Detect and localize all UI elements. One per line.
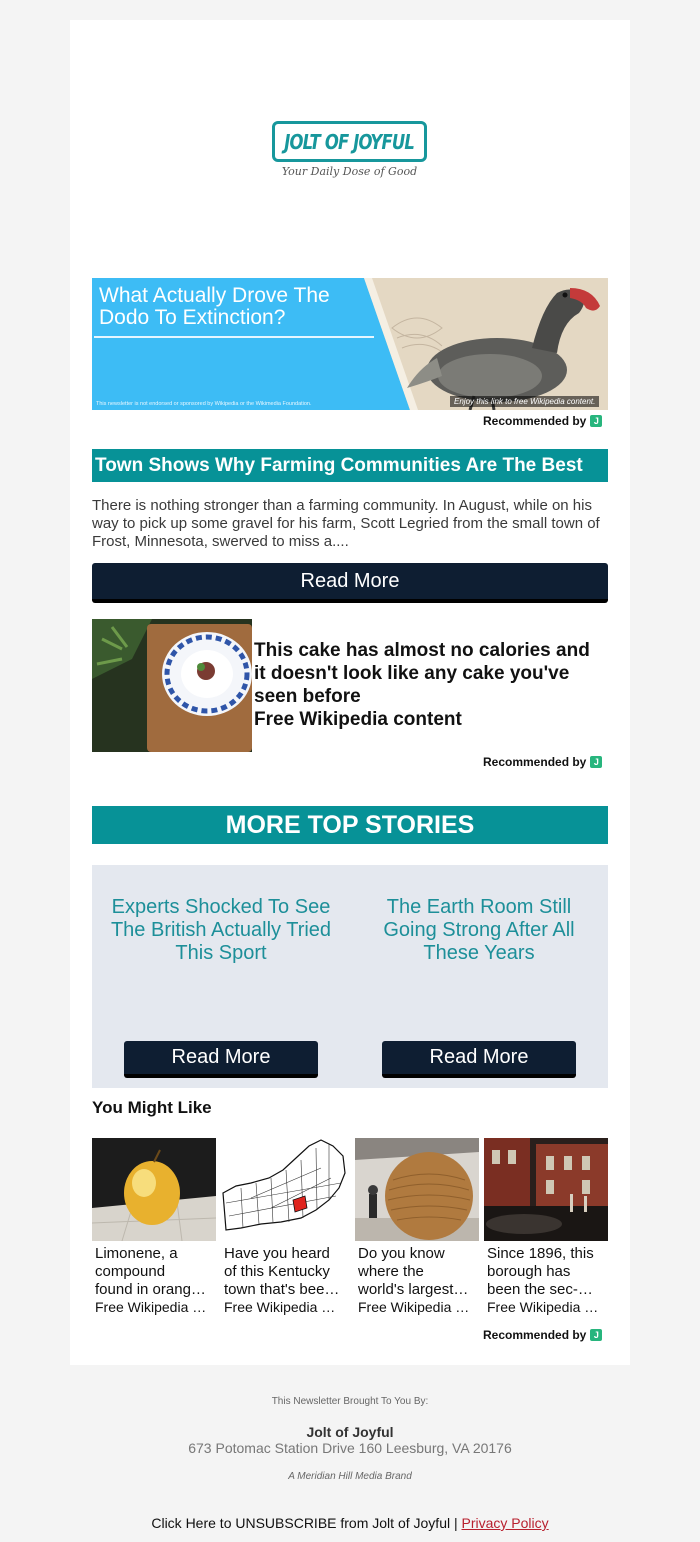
tile-image — [355, 1138, 479, 1241]
yellow-fruit-photo — [92, 1138, 216, 1241]
recommended-label: Recommended by — [483, 414, 587, 428]
story-link-1[interactable]: Experts Shocked To See The British Actua… — [101, 896, 341, 965]
kentucky-county-map — [221, 1138, 347, 1241]
recommended-label: Recommended by — [483, 755, 587, 769]
tile-title: Since 1896, this borough has been the se… — [487, 1245, 594, 1298]
recommended-tile[interactable]: Since 1896, this borough has been the se… — [484, 1138, 608, 1316]
twine-ball-photo — [355, 1138, 479, 1241]
borough-street-photo — [484, 1138, 608, 1241]
tile-source: Free Wikipedia … — [224, 1299, 336, 1315]
recommender-logo-icon: J — [590, 756, 603, 768]
cake-ad-text[interactable]: This cake has almost no calories and it … — [254, 639, 604, 731]
you-might-like-heading: You Might Like — [92, 1098, 212, 1117]
story-2-read-more-button[interactable]: Read More — [382, 1041, 576, 1078]
privacy-policy-link[interactable]: Privacy Policy — [462, 1515, 549, 1531]
recommended-by-1[interactable]: Recommended by J — [483, 414, 603, 428]
article-excerpt: There is nothing stronger than a farming… — [92, 497, 600, 550]
footer-brought-by: This Newsletter Brought To You By: — [271, 1396, 429, 1407]
recommended-tile[interactable]: Limonene, a compound found in orang… Fre… — [92, 1138, 216, 1316]
tile-image — [221, 1138, 347, 1241]
story-1-read-more-button[interactable]: Read More — [124, 1041, 318, 1078]
logo-tagline: Your Daily Dose of Good — [281, 165, 418, 178]
tile-image — [92, 1138, 216, 1241]
footer-links: Click Here to UNSUBSCRIBE from Jolt of J… — [0, 1515, 700, 1531]
tile-source: Free Wikipedia … — [95, 1299, 207, 1315]
cake-ad-source: Free Wikipedia content — [254, 709, 462, 730]
recommended-tile[interactable]: Have you heard of this Kentucky town tha… — [221, 1138, 347, 1316]
hero-overlay-note: Enjoy this link to free Wikipedia conten… — [450, 396, 600, 407]
story-link-2[interactable]: The Earth Room Still Going Strong After … — [359, 896, 599, 965]
recommender-logo-icon: J — [590, 1329, 603, 1341]
logo-text: JOLT OF JOYFUL — [284, 129, 416, 154]
tile-title: Do you know where the world's largest… — [358, 1245, 469, 1298]
unsubscribe-link[interactable]: Click Here to UNSUBSCRIBE from Jolt of J… — [151, 1515, 461, 1531]
footer-company-name: Jolt of Joyful — [306, 1424, 394, 1440]
recommended-label: Recommended by — [483, 1328, 587, 1342]
more-top-stories-panel: Experts Shocked To See The British Actua… — [92, 865, 608, 1088]
hero-divider — [94, 336, 374, 338]
hero-disclaimer: This newsletter is not endorsed or spons… — [96, 401, 312, 407]
tile-image — [484, 1138, 608, 1241]
hero-ad-banner[interactable]: What Actually Drove The Dodo To Extincti… — [92, 278, 608, 410]
tile-title: Limonene, a compound found in orang… — [95, 1245, 206, 1298]
tile-source: Free Wikipedia … — [358, 1299, 470, 1315]
footer-brand: A Meridian Hill Media Brand — [288, 1471, 412, 1482]
article-title[interactable]: Town Shows Why Farming Communities Are T… — [92, 449, 608, 482]
recommended-tile[interactable]: Do you know where the world's largest… F… — [355, 1138, 479, 1316]
recommended-by-2[interactable]: Recommended by J — [483, 755, 603, 769]
footer-address: 673 Potomac Station Drive 160 Leesburg, … — [188, 1440, 512, 1456]
recommended-by-3[interactable]: Recommended by J — [483, 1328, 603, 1342]
cake-ad-image[interactable] — [92, 619, 252, 752]
plated-cake-photo — [92, 619, 252, 752]
tile-title: Have you heard of this Kentucky town tha… — [224, 1245, 340, 1298]
hero-ad-title: What Actually Drove The Dodo To Extincti… — [99, 284, 330, 329]
recommender-logo-icon: J — [590, 415, 603, 427]
tile-source: Free Wikipedia … — [487, 1299, 599, 1315]
site-logo[interactable]: JOLT OF JOYFUL — [272, 121, 427, 162]
read-more-button[interactable]: Read More — [92, 563, 608, 603]
more-top-stories-heading: MORE TOP STORIES — [92, 806, 608, 844]
cake-ad-title: This cake has almost no calories and it … — [254, 640, 590, 707]
